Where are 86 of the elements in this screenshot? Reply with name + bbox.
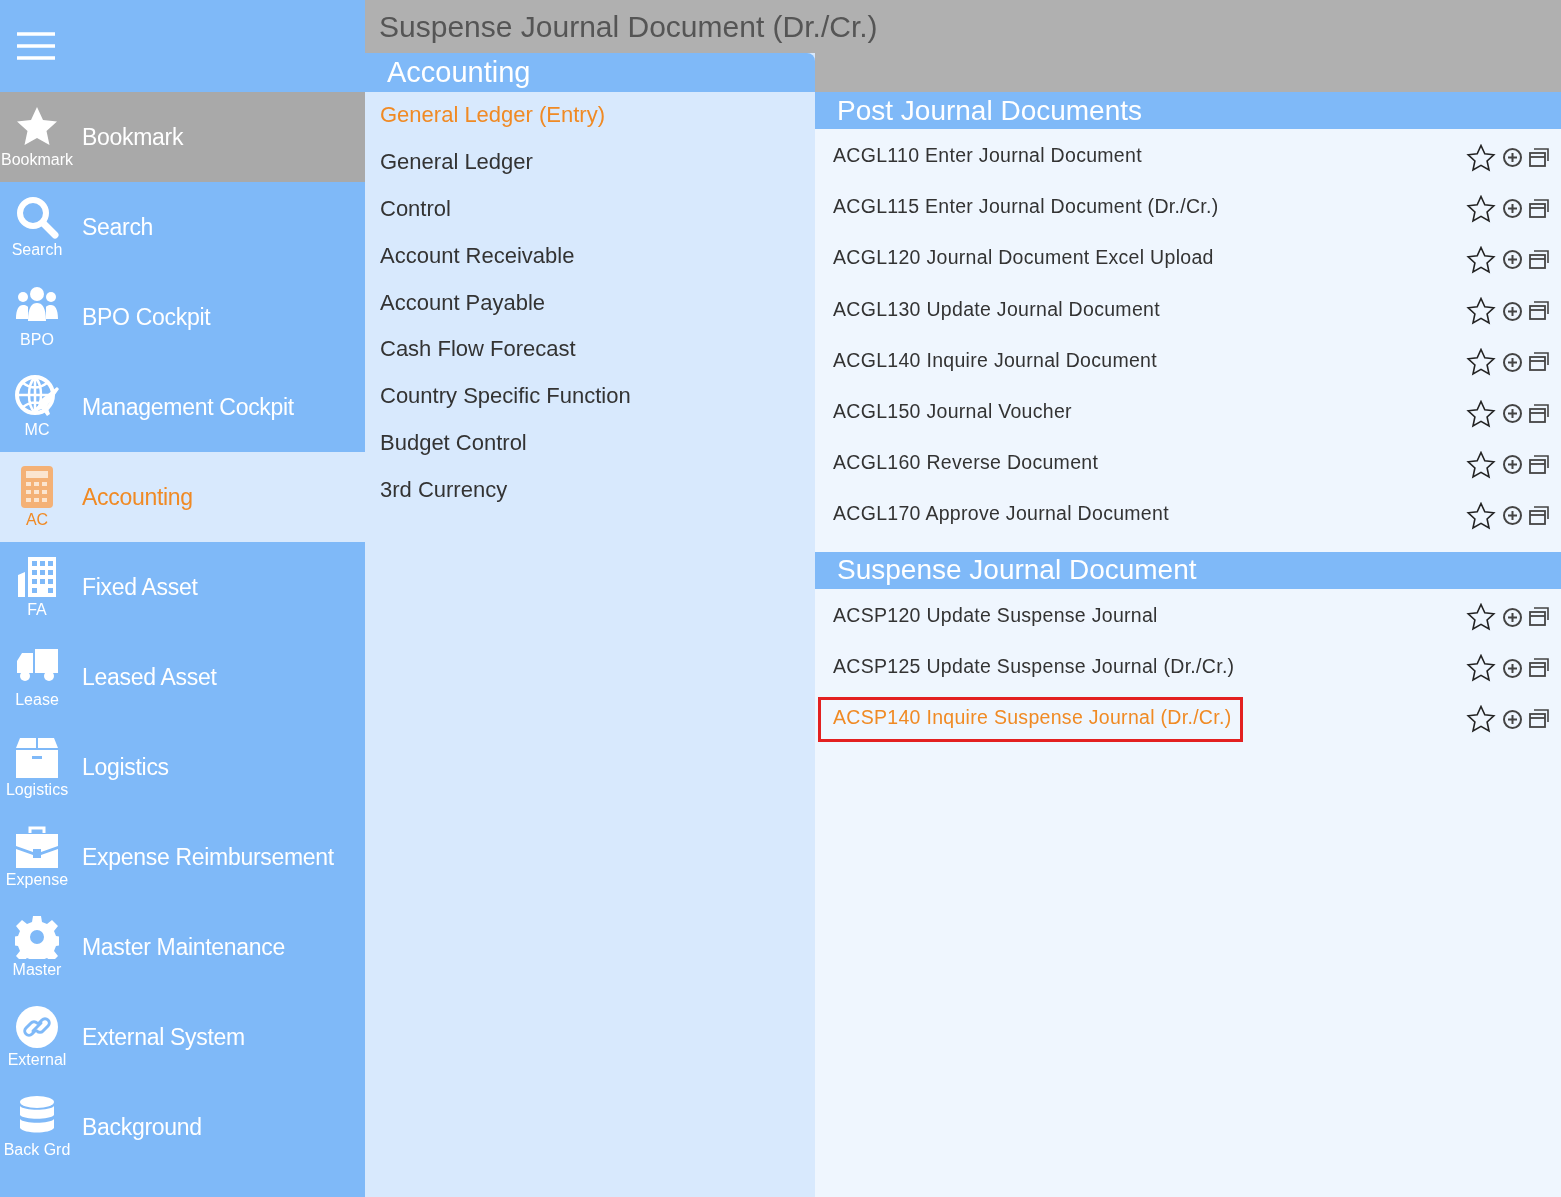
star-outline-icon[interactable] (1466, 654, 1496, 683)
sidebar-item-short-label: AC (25, 511, 49, 529)
star-outline-icon[interactable] (1466, 501, 1496, 530)
add-circle-icon[interactable] (1502, 505, 1523, 527)
sidebar-item-label: Bookmark (82, 123, 184, 151)
function-link[interactable]: ACGL150 Journal Voucher (818, 391, 1084, 437)
function-link[interactable]: ACGL115 Enter Journal Document (Dr./Cr.) (818, 186, 1231, 232)
windows-icon[interactable] (1529, 607, 1549, 628)
sidebar-item-label: Background (82, 1113, 202, 1141)
windows-icon[interactable] (1529, 454, 1549, 475)
sidebar-item-short-label: External (7, 1051, 67, 1069)
menu-item[interactable]: Country Specific Function (365, 372, 815, 420)
star-outline-icon[interactable] (1466, 399, 1496, 428)
sidebar-item-short-label: Bookmark (1, 151, 73, 169)
sidebar-item-short-label: FA (27, 601, 47, 619)
windows-icon[interactable] (1529, 147, 1549, 168)
star-outline-icon[interactable] (1466, 194, 1496, 223)
function-link[interactable]: ACGL160 Reverse Document (818, 442, 1111, 488)
menu-item[interactable]: 3rd Currency (365, 466, 815, 514)
windows-icon[interactable] (1529, 505, 1549, 526)
sidebar-item-label: Logistics (82, 753, 169, 781)
sidebar-item-label: Leased Asset (82, 663, 217, 691)
star-outline-icon[interactable] (1466, 603, 1496, 632)
windows-icon[interactable] (1529, 709, 1549, 730)
star-outline-icon[interactable] (1466, 245, 1496, 274)
add-circle-icon[interactable] (1502, 147, 1523, 169)
briefcase-icon (15, 825, 59, 869)
function-link[interactable]: ACGL130 Update Journal Document (818, 288, 1172, 334)
windows-icon[interactable] (1529, 198, 1549, 219)
sidebar-item-label: External System (82, 1023, 245, 1051)
box-icon (15, 735, 59, 779)
section-header: Post Journal Documents (815, 92, 1561, 129)
sidebar-item-short-label: MC (24, 421, 50, 439)
sidebar-item-label: Master Maintenance (82, 933, 285, 961)
function-link[interactable]: ACSP120 Update Suspense Journal (818, 594, 1170, 640)
function-link[interactable]: ACGL170 Approve Journal Document (818, 493, 1181, 539)
add-circle-icon[interactable] (1502, 454, 1523, 476)
menu-item[interactable]: Control (365, 185, 815, 233)
sidebar-item-short-label: Logistics (5, 781, 69, 799)
gear-icon (15, 915, 59, 959)
sidebar-item-label: Management Cockpit (82, 393, 294, 421)
star-outline-icon[interactable] (1466, 348, 1496, 377)
function-link[interactable]: ACGL110 Enter Journal Document (818, 135, 1154, 181)
add-circle-icon[interactable] (1502, 403, 1523, 425)
building-icon (15, 555, 59, 599)
windows-icon[interactable] (1529, 403, 1549, 424)
function-link[interactable]: ACGL120 Journal Document Excel Upload (818, 237, 1226, 283)
globe-plane-icon (15, 375, 59, 419)
sidebar-item-short-label: Search (11, 241, 63, 259)
star-outline-icon[interactable] (1466, 297, 1496, 326)
star-outline-icon[interactable] (1466, 705, 1496, 734)
add-circle-icon[interactable] (1502, 606, 1523, 628)
windows-icon[interactable] (1529, 249, 1549, 270)
sidebar-item-label: Expense Reimbursement (82, 843, 334, 871)
menu-item[interactable]: Budget Control (365, 419, 815, 467)
function-link[interactable]: ACSP125 Update Suspense Journal (Dr./Cr.) (818, 645, 1247, 691)
add-circle-icon[interactable] (1502, 249, 1523, 271)
sidebar-item-label: BPO Cockpit (82, 303, 211, 331)
star-outline-icon[interactable] (1466, 143, 1496, 172)
menu-item[interactable]: Cash Flow Forecast (365, 326, 815, 373)
add-circle-icon[interactable] (1502, 198, 1523, 220)
menu-item[interactable]: Account Receivable (365, 232, 815, 280)
menu-item[interactable]: General Ledger (365, 138, 815, 186)
sidebar-item-short-label: Back Grd (3, 1141, 71, 1159)
add-circle-icon[interactable] (1502, 300, 1523, 322)
menu-header: Accounting (365, 53, 815, 92)
windows-icon[interactable] (1529, 301, 1549, 322)
windows-icon[interactable] (1529, 352, 1549, 373)
page-title: Suspense Journal Document (Dr./Cr.) (365, 0, 1561, 53)
star-outline-icon[interactable] (1466, 450, 1496, 479)
sidebar-item-short-label: Master (12, 961, 62, 979)
sidebar-item-short-label: Lease (15, 691, 59, 709)
sidebar-item-short-label: Expense (5, 871, 69, 889)
add-circle-icon[interactable] (1502, 657, 1523, 679)
sidebar-item-label: Search (82, 213, 154, 241)
sidebar-item-label: Accounting (82, 483, 193, 511)
link-icon (15, 1005, 59, 1049)
section-header: Suspense Journal Document (815, 551, 1561, 589)
search-icon (15, 195, 59, 239)
menu-item[interactable]: Account Payable (365, 279, 815, 326)
add-circle-icon[interactable] (1502, 708, 1523, 730)
add-circle-icon[interactable] (1502, 351, 1523, 373)
windows-icon[interactable] (1529, 658, 1549, 679)
sidebar-item-short-label: BPO (20, 331, 54, 349)
function-link[interactable]: ACGL140 Inquire Journal Document (818, 339, 1169, 385)
sidebar-item-label: Fixed Asset (82, 573, 198, 601)
